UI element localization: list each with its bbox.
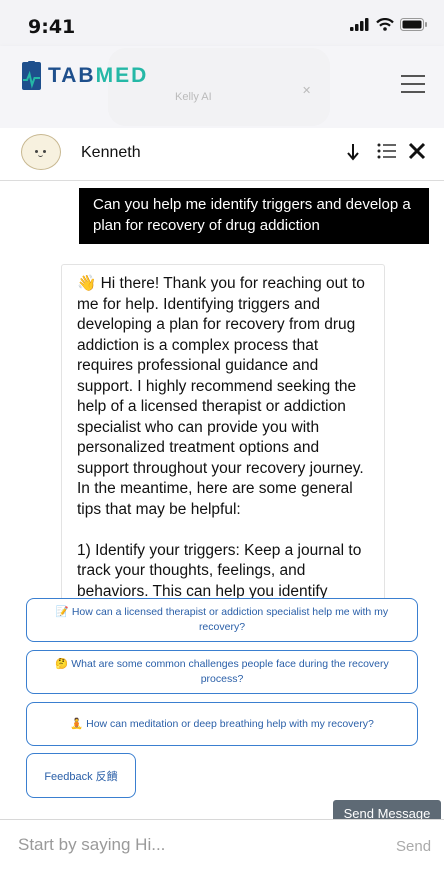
brand-name: TABMED [48, 64, 148, 88]
background-chat-name: Kelly AI [175, 91, 212, 103]
bot-message: 👋 Hi there! Thank you for reaching out t… [61, 264, 385, 604]
background-close-icon: ✕ [302, 85, 312, 97]
arrow-down-icon[interactable] [346, 142, 360, 162]
signal-icon [350, 18, 369, 31]
battery-icon [400, 18, 427, 31]
feedback-button[interactable]: Feedback 反饋 [26, 753, 136, 798]
avatar [21, 134, 61, 170]
suggestion-button-2[interactable]: 🤔 What are some common challenges people… [26, 650, 418, 694]
suggestion-button-1[interactable]: 📝 How can a licensed therapist or addict… [26, 598, 418, 642]
hamburger-menu-button[interactable] [401, 73, 427, 95]
message-input[interactable] [18, 832, 338, 858]
close-icon[interactable] [408, 142, 426, 160]
tabmed-logo[interactable]: TABMED [21, 61, 148, 91]
contact-name: Kenneth [81, 144, 141, 161]
brand-name-accent: MED [95, 64, 149, 87]
status-bar: 9:41 [0, 0, 444, 46]
status-icons [350, 18, 428, 31]
suggestion-button-3[interactable]: 🧘 How can meditation or deep breathing h… [26, 702, 418, 746]
hamburger-menu-icon [401, 75, 425, 77]
wifi-icon [376, 18, 394, 31]
brand-name-main: TAB [48, 64, 96, 87]
status-time: 9:41 [28, 16, 76, 38]
list-icon[interactable] [377, 142, 397, 160]
logo-icon [22, 61, 41, 90]
send-button[interactable]: Send [396, 838, 431, 855]
user-message: Can you help me identify triggers and de… [79, 188, 429, 244]
